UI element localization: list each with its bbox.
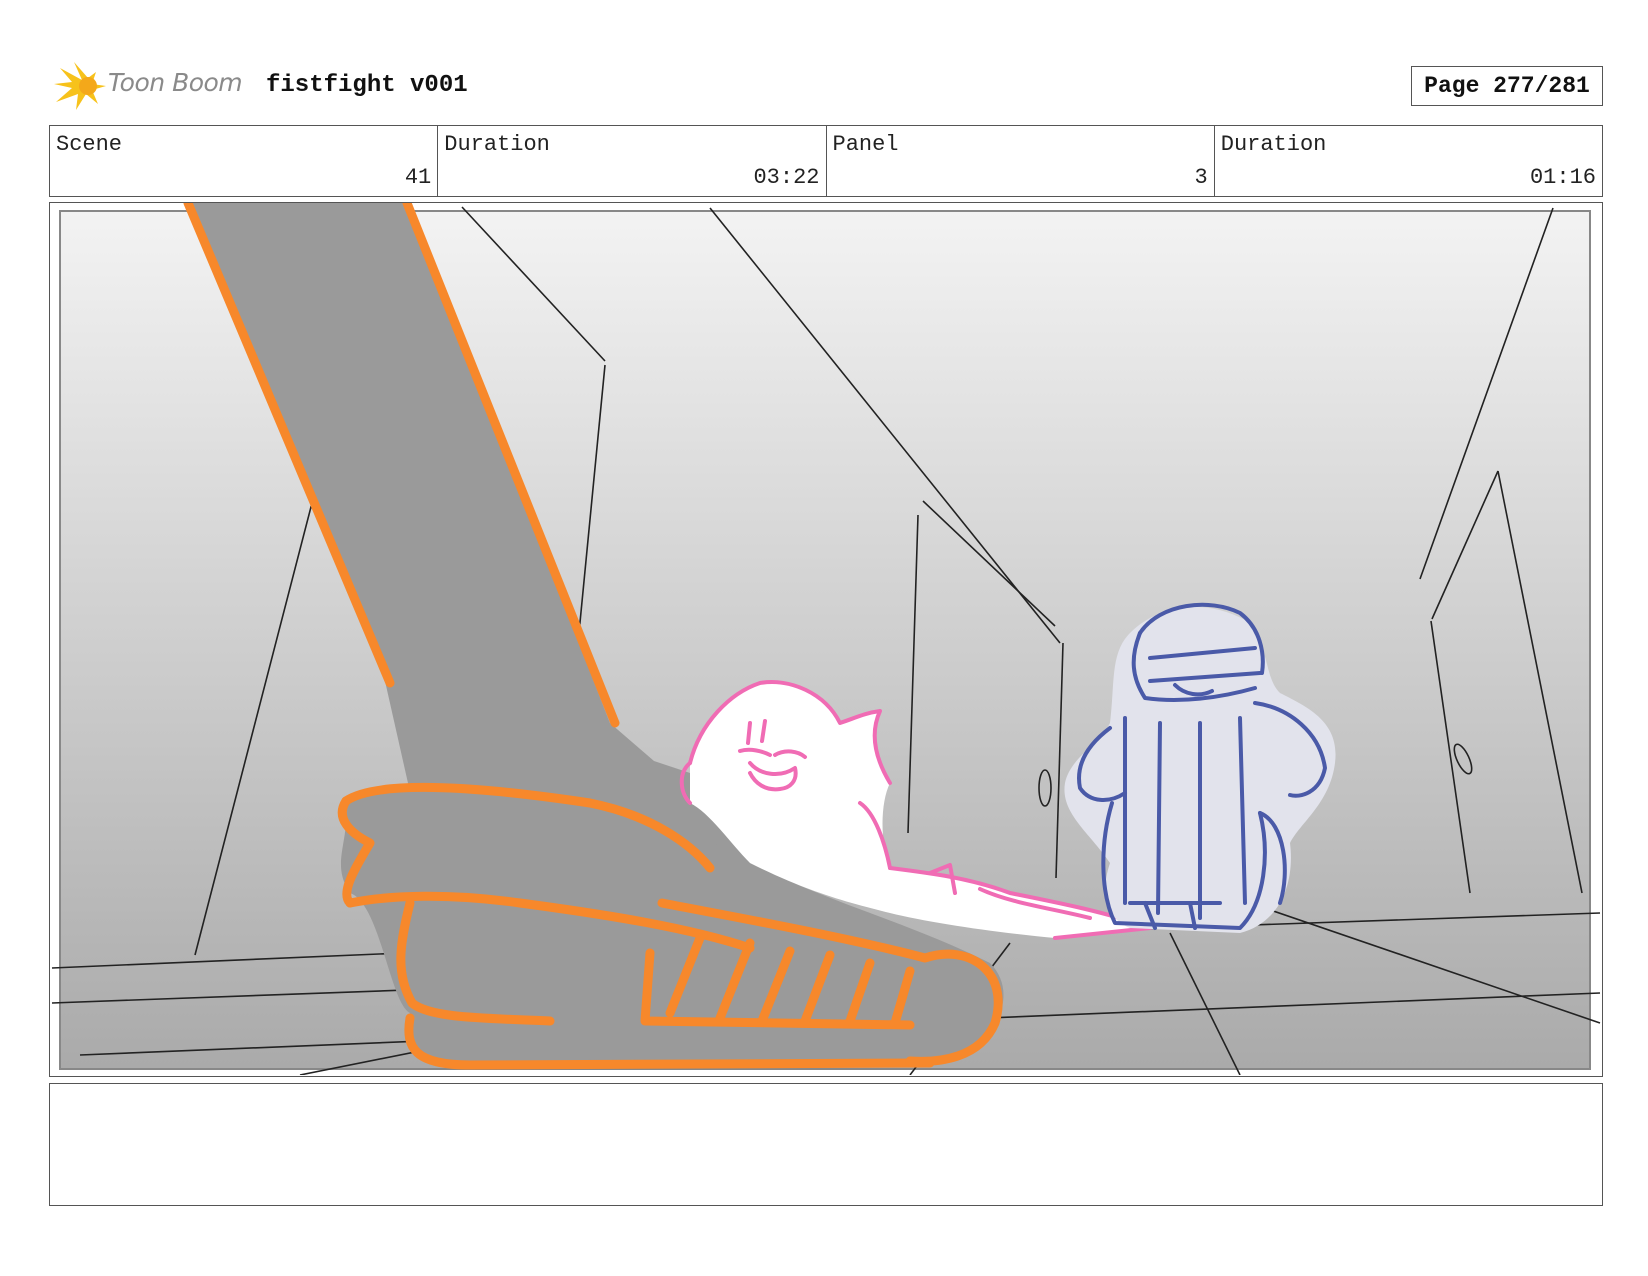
scene-duration-label: Duration — [444, 132, 550, 157]
starburst-logo-icon — [54, 62, 106, 110]
panel-drawing — [51, 203, 1601, 1075]
panel-label: Panel — [832, 132, 899, 157]
scene-duration-value: 03:22 — [753, 165, 820, 190]
scene-value: 41 — [404, 165, 432, 190]
scene-duration-cell: Duration 03:22 — [438, 126, 827, 196]
logo-wordmark: Toon Boom — [108, 68, 243, 97]
panel-duration-value: 01:16 — [1529, 165, 1596, 190]
storyboard-panel — [49, 202, 1603, 1077]
panel-info-row: Scene 41 Duration 03:22 Panel 3 Duration… — [49, 125, 1603, 197]
page-number: Page 277/281 — [1411, 66, 1603, 106]
notes-area — [49, 1083, 1603, 1206]
panel-cell: Panel 3 — [827, 126, 1215, 196]
toon-boom-logo: Toon Boom — [52, 58, 252, 114]
scene-label: Scene — [56, 132, 123, 157]
panel-duration-cell: Duration 01:16 — [1215, 126, 1602, 196]
scene-cell: Scene 41 — [50, 126, 439, 196]
panel-value: 3 — [1194, 165, 1208, 190]
project-title: fistfight v001 — [266, 72, 468, 99]
panel-duration-label: Duration — [1220, 132, 1327, 157]
